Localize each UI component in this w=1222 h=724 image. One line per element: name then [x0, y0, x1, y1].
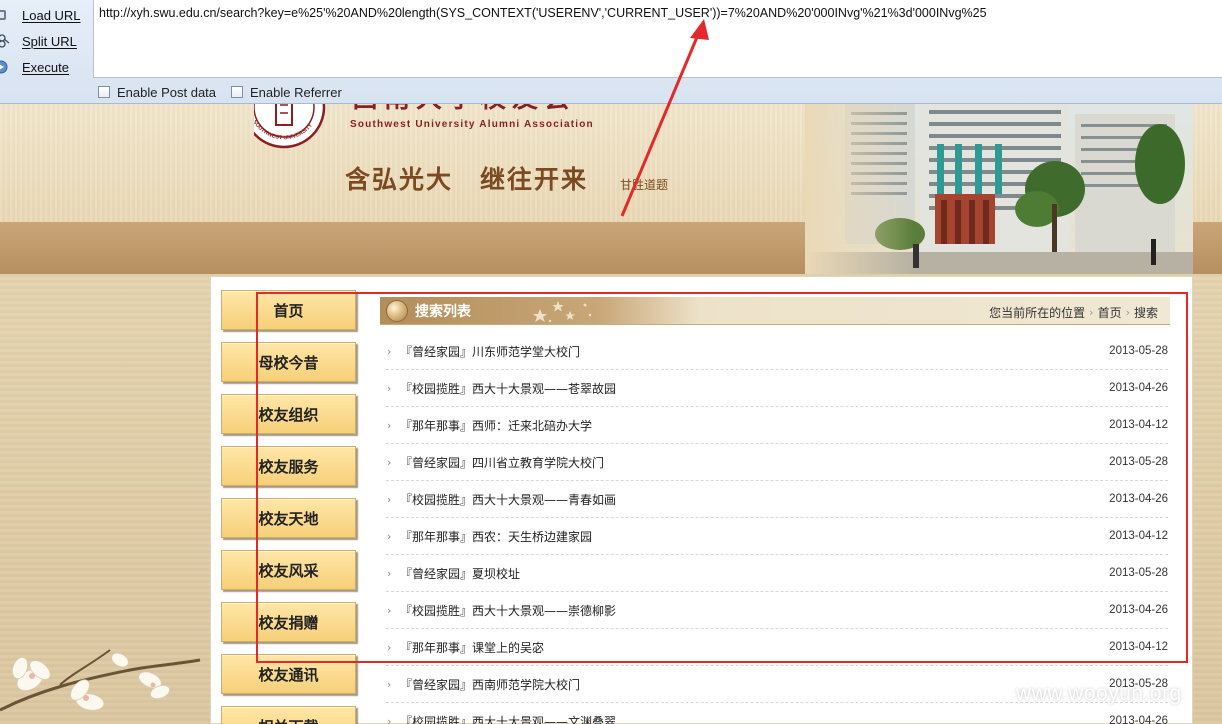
list-item[interactable]: › 『校园揽胜』西大十大景观——崇德柳影 2013-04-26	[386, 592, 1168, 629]
list-item-title[interactable]: 『校园揽胜』西大十大景观——文渊叠翠	[400, 713, 616, 724]
list-item[interactable]: › 『校园揽胜』西大十大景观——文渊叠翠 2013-04-26	[386, 703, 1168, 724]
site-motto: 含弘光大 继往开来	[345, 165, 589, 194]
execute-icon	[0, 59, 10, 75]
campus-photo	[805, 104, 1193, 274]
list-item-date: 2013-04-12	[1109, 641, 1168, 653]
list-item[interactable]: › 『曾经家园』四川省立教育学院大校门 2013-05-28	[386, 444, 1168, 481]
breadcrumb-home-link[interactable]: 首页	[1098, 304, 1122, 321]
hackbar-toolbar: Load URL Split URL Execute http://xyh.sw…	[0, 0, 1222, 104]
search-list-header: 搜索列表 您当前所在的位置 › 首页 › 搜索	[380, 297, 1170, 325]
list-item-title[interactable]: 『曾经家园』四川省立教育学院大校门	[400, 454, 604, 471]
list-item-title[interactable]: 『校园揽胜』西大十大景观——苍翠故园	[400, 380, 616, 397]
list-item-title[interactable]: 『曾经家园』夏坝校址	[400, 565, 520, 582]
list-item[interactable]: › 『校园揽胜』西大十大景观——苍翠故园 2013-04-26	[386, 370, 1168, 407]
nav-alumni-service[interactable]: 校友服务	[221, 446, 356, 486]
nav-alumni-world[interactable]: 校友天地	[221, 498, 356, 538]
search-results-list: › 『曾经家园』川东师范学堂大校门 2013-05-28 › 『校园揽胜』西大十…	[386, 333, 1168, 724]
header-orb-icon	[386, 300, 408, 322]
site-logo-subtitle: Southwest University Alumni Association	[350, 119, 594, 130]
chevron-right-icon: ›	[387, 345, 392, 358]
chevron-right-icon: ›	[387, 456, 392, 469]
enable-referrer-checkbox[interactable]: Enable Referrer	[231, 84, 342, 100]
split-url-button[interactable]: Split URL	[0, 29, 92, 53]
magnolia-decoration	[0, 640, 210, 724]
chevron-right-icon: ›	[387, 641, 392, 654]
enable-post-data-label: Enable Post data	[117, 84, 217, 100]
decorative-stars-icon	[533, 301, 592, 323]
split-url-label: Split URL	[22, 33, 77, 49]
load-url-label: Load URL	[22, 7, 81, 23]
list-item-date: 2013-05-28	[1109, 456, 1168, 468]
search-list-title: 搜索列表	[415, 304, 471, 320]
nav-alumni-style[interactable]: 校友风采	[221, 550, 356, 590]
execute-button[interactable]: Execute	[0, 55, 92, 79]
checkbox-box	[98, 86, 110, 98]
load-url-icon	[0, 7, 10, 23]
breadcrumb: 您当前所在的位置 › 首页 › 搜索	[989, 304, 1158, 321]
list-item-date: 2013-04-26	[1109, 382, 1168, 394]
list-item-title[interactable]: 『曾经家园』西南师范学院大校门	[400, 676, 580, 693]
chevron-right-icon: ›	[387, 493, 392, 506]
chevron-right-icon: ›	[387, 567, 392, 580]
university-seal-logo: SOUTHWEST UNIVERSITY	[242, 65, 336, 149]
nav-alumni-donation[interactable]: 校友捐赠	[221, 602, 356, 642]
list-item-date: 2013-04-12	[1109, 530, 1168, 542]
content-panel: 首页 母校今昔 校友组织 校友服务 校友天地 校友风采 校友捐赠 校友通讯 相关…	[210, 276, 1193, 724]
nav-home[interactable]: 首页	[221, 290, 356, 330]
list-item-date: 2013-05-28	[1109, 345, 1168, 357]
chevron-right-icon: ›	[387, 419, 392, 432]
list-item-title[interactable]: 『那年那事』西师：迁来北碚办大学	[400, 417, 592, 434]
list-item-title[interactable]: 『校园揽胜』西大十大景观——崇德柳影	[400, 602, 616, 619]
checkbox-box	[231, 86, 243, 98]
list-item[interactable]: › 『那年那事』西农：天生桥边建家园 2013-04-12	[386, 518, 1168, 555]
load-url-button[interactable]: Load URL	[0, 3, 92, 27]
breadcrumb-separator-icon: ›	[1089, 306, 1094, 319]
list-item-date: 2013-04-26	[1109, 715, 1168, 724]
url-textarea[interactable]: http://xyh.swu.edu.cn/search?key=e%25'%2…	[93, 0, 1222, 78]
nav-alumni-org[interactable]: 校友组织	[221, 394, 356, 434]
list-item-date: 2013-04-12	[1109, 419, 1168, 431]
list-item[interactable]: › 『那年那事』西师：迁来北碚办大学 2013-04-12	[386, 407, 1168, 444]
nav-downloads[interactable]: 相关下载	[221, 706, 356, 724]
list-item[interactable]: › 『那年那事』课堂上的吴宓 2013-04-12	[386, 629, 1168, 666]
breadcrumb-prefix: 您当前所在的位置	[989, 306, 1086, 320]
breadcrumb-separator-icon: ›	[1125, 306, 1130, 319]
enable-referrer-label: Enable Referrer	[250, 84, 342, 100]
nav-alumni-newsletter[interactable]: 校友通讯	[221, 654, 356, 694]
list-item-date: 2013-04-26	[1109, 493, 1168, 505]
list-item-title[interactable]: 『校园揽胜』西大十大景观——青春如画	[400, 491, 616, 508]
chevron-right-icon: ›	[387, 678, 392, 691]
execute-label: Execute	[22, 59, 69, 75]
list-item-title[interactable]: 『那年那事』西农：天生桥边建家园	[400, 528, 592, 545]
list-item-date: 2013-05-28	[1109, 567, 1168, 579]
chevron-right-icon: ›	[387, 530, 392, 543]
list-item-date: 2013-04-26	[1109, 604, 1168, 616]
chevron-right-icon: ›	[387, 382, 392, 395]
list-item[interactable]: › 『曾经家园』川东师范学堂大校门 2013-05-28	[386, 333, 1168, 370]
nav-alma-mater[interactable]: 母校今昔	[221, 342, 356, 382]
watermark: www.wooyun.org	[1016, 682, 1182, 705]
breadcrumb-current: 搜索	[1133, 306, 1158, 320]
list-item-title[interactable]: 『那年那事』课堂上的吴宓	[400, 639, 544, 656]
enable-post-data-checkbox[interactable]: Enable Post data	[98, 84, 216, 100]
list-item[interactable]: › 『校园揽胜』西大十大景观——青春如画 2013-04-26	[386, 481, 1168, 518]
chevron-right-icon: ›	[387, 715, 392, 724]
list-item-title[interactable]: 『曾经家园』川东师范学堂大校门	[400, 343, 580, 360]
split-url-icon	[0, 33, 10, 49]
list-item[interactable]: › 『曾经家园』夏坝校址 2013-05-28	[386, 555, 1168, 592]
chevron-right-icon: ›	[387, 604, 392, 617]
motto-signature: 甘胜道题	[620, 178, 669, 192]
